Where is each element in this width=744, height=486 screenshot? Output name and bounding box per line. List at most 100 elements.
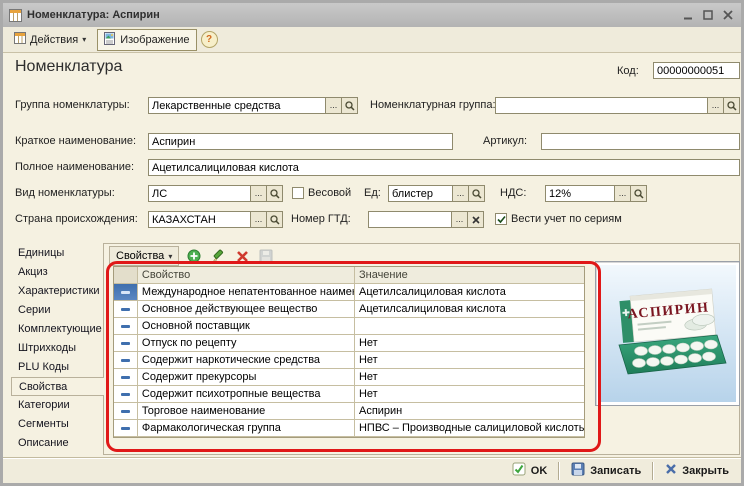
property-value-cell: Нет xyxy=(355,335,584,352)
group-field-value: Лекарственные средства xyxy=(149,100,325,112)
sidebar-tab[interactable]: Описание xyxy=(11,434,103,453)
table-row[interactable]: Торговое наименованиеАспирин xyxy=(114,403,584,420)
vat-ellipsis-button[interactable]: ... xyxy=(614,186,630,201)
nom-group-magnifier-button[interactable] xyxy=(723,98,739,113)
type-ellipsis-button[interactable]: ... xyxy=(250,186,266,201)
short-name-field[interactable]: Аспирин xyxy=(148,133,453,150)
property-name-cell: Основное действующее вещество xyxy=(138,301,355,318)
code-field-value: 00000000051 xyxy=(654,65,739,77)
page-title: Номенклатура xyxy=(15,58,122,76)
row-marker-icon xyxy=(114,335,138,352)
property-name-cell: Торговое наименование xyxy=(138,403,355,420)
close-button[interactable] xyxy=(723,10,733,20)
row-marker-icon xyxy=(114,369,138,386)
actions-button-label: Действия xyxy=(30,34,78,46)
sidebar-tab[interactable]: PLU Коды xyxy=(11,358,103,377)
property-value-cell: Ацетилсалициловая кислота xyxy=(355,284,584,301)
close-x-icon xyxy=(665,463,677,478)
series-checkbox-label: Вести учет по сериям xyxy=(511,213,622,225)
table-header-row: Свойство Значение xyxy=(114,267,584,284)
sidebar-tab[interactable]: Единицы xyxy=(11,244,103,263)
actions-grid-icon xyxy=(14,32,26,47)
help-button[interactable]: ? xyxy=(201,31,218,48)
vat-field-value: 12% xyxy=(546,188,614,200)
table-row[interactable]: Фармакологическая группаНПВС – Производн… xyxy=(114,420,584,437)
vat-field[interactable]: 12% ... xyxy=(545,185,647,202)
group-ellipsis-button[interactable]: ... xyxy=(325,98,341,113)
country-magnifier-button[interactable] xyxy=(266,212,282,227)
ok-button-label: OK xyxy=(531,465,548,477)
weight-checkbox[interactable] xyxy=(292,187,304,199)
gtd-ellipsis-button[interactable]: ... xyxy=(451,212,467,227)
sidebar-tab[interactable]: Категории xyxy=(11,396,103,415)
ok-button[interactable]: OK xyxy=(508,462,552,479)
sidebar-tab[interactable]: Акциз xyxy=(11,263,103,282)
property-column-header[interactable]: Свойство xyxy=(138,267,355,284)
table-row[interactable]: Основной поставщик xyxy=(114,318,584,335)
country-field[interactable]: КАЗАХСТАН ... xyxy=(148,211,283,228)
type-field[interactable]: ЛС ... xyxy=(148,185,283,202)
ok-check-icon xyxy=(512,462,526,479)
vat-label: НДС: xyxy=(500,187,526,199)
dropdown-arrow-icon: ▾ xyxy=(82,35,86,44)
full-name-label: Полное наименование: xyxy=(15,161,134,173)
row-marker-icon xyxy=(114,420,138,437)
code-field[interactable]: 00000000051 xyxy=(653,62,740,79)
properties-table: Свойство Значение Международное непатент… xyxy=(113,266,585,438)
footer-separator xyxy=(652,462,654,480)
group-field[interactable]: Лекарственные средства ... xyxy=(148,97,358,114)
actions-button[interactable]: Действия ▾ xyxy=(7,29,93,51)
save-floppy-icon xyxy=(571,462,585,479)
close-window-button[interactable]: Закрыть xyxy=(661,463,733,478)
icon-column-header[interactable] xyxy=(114,267,138,284)
article-field[interactable] xyxy=(541,133,740,150)
unit-magnifier-button[interactable] xyxy=(468,186,484,201)
full-name-field-value: Ацетилсалициловая кислота xyxy=(149,162,739,174)
series-checkbox[interactable] xyxy=(495,213,507,225)
sidebar-tab[interactable]: Серии xyxy=(11,301,103,320)
row-marker-icon xyxy=(114,386,138,403)
nom-group-label: Номенклатурная группа: xyxy=(370,99,496,111)
sidebar-tab[interactable]: Штрихкоды xyxy=(11,339,103,358)
main-toolbar: Действия ▾ Изображение ? xyxy=(3,27,741,53)
table-row[interactable]: Международное непатентованное наимено...… xyxy=(114,284,584,301)
gtd-label: Номер ГТД: xyxy=(291,213,351,225)
value-column-header[interactable]: Значение xyxy=(355,267,584,284)
property-name-cell: Содержит прекурсоры xyxy=(138,369,355,386)
image-button[interactable]: Изображение xyxy=(97,29,196,51)
type-magnifier-button[interactable] xyxy=(266,186,282,201)
table-row[interactable]: Отпуск по рецептуНет xyxy=(114,335,584,352)
table-row[interactable]: Содержит прекурсорыНет xyxy=(114,369,584,386)
vat-magnifier-button[interactable] xyxy=(630,186,646,201)
country-ellipsis-button[interactable]: ... xyxy=(250,212,266,227)
product-image-frame: АСПИРИН xyxy=(595,261,740,406)
unit-field[interactable]: блистер ... xyxy=(388,185,485,202)
minimize-button[interactable] xyxy=(683,10,693,20)
add-button[interactable] xyxy=(185,247,203,265)
group-label: Группа номенклатуры: xyxy=(15,99,130,111)
table-row[interactable]: Основное действующее веществоАцетилсалиц… xyxy=(114,301,584,318)
properties-menu-button[interactable]: Свойства ▾ xyxy=(109,246,179,266)
properties-dropdown-arrow-icon: ▾ xyxy=(168,252,172,261)
full-name-field[interactable]: Ацетилсалициловая кислота xyxy=(148,159,740,176)
catalog-icon xyxy=(9,9,22,22)
sidebar-tab[interactable]: Свойства xyxy=(11,377,104,396)
sidebar-tab[interactable]: Комплектующие xyxy=(11,320,103,339)
property-value-cell: Нет xyxy=(355,386,584,403)
property-value-cell: НПВС – Производные салициловой кислоты xyxy=(355,420,584,437)
gtd-field[interactable]: ... xyxy=(368,211,484,228)
maximize-button[interactable] xyxy=(703,10,713,20)
edit-button[interactable] xyxy=(209,247,227,265)
group-magnifier-button[interactable] xyxy=(341,98,357,113)
nom-group-field[interactable]: ... xyxy=(495,97,740,114)
table-row[interactable]: Содержит наркотические средстваНет xyxy=(114,352,584,369)
sidebar-tab[interactable]: Характеристики xyxy=(11,282,103,301)
save-button[interactable]: Записать xyxy=(567,462,645,479)
nom-group-ellipsis-button[interactable]: ... xyxy=(707,98,723,113)
delete-button[interactable] xyxy=(233,247,251,265)
table-row[interactable]: Содержит психотропные веществаНет xyxy=(114,386,584,403)
unit-ellipsis-button[interactable]: ... xyxy=(452,186,468,201)
sidebar-tab[interactable]: Сегменты xyxy=(11,415,103,434)
save-button-label: Записать xyxy=(590,465,641,477)
gtd-clear-button[interactable] xyxy=(467,212,483,227)
